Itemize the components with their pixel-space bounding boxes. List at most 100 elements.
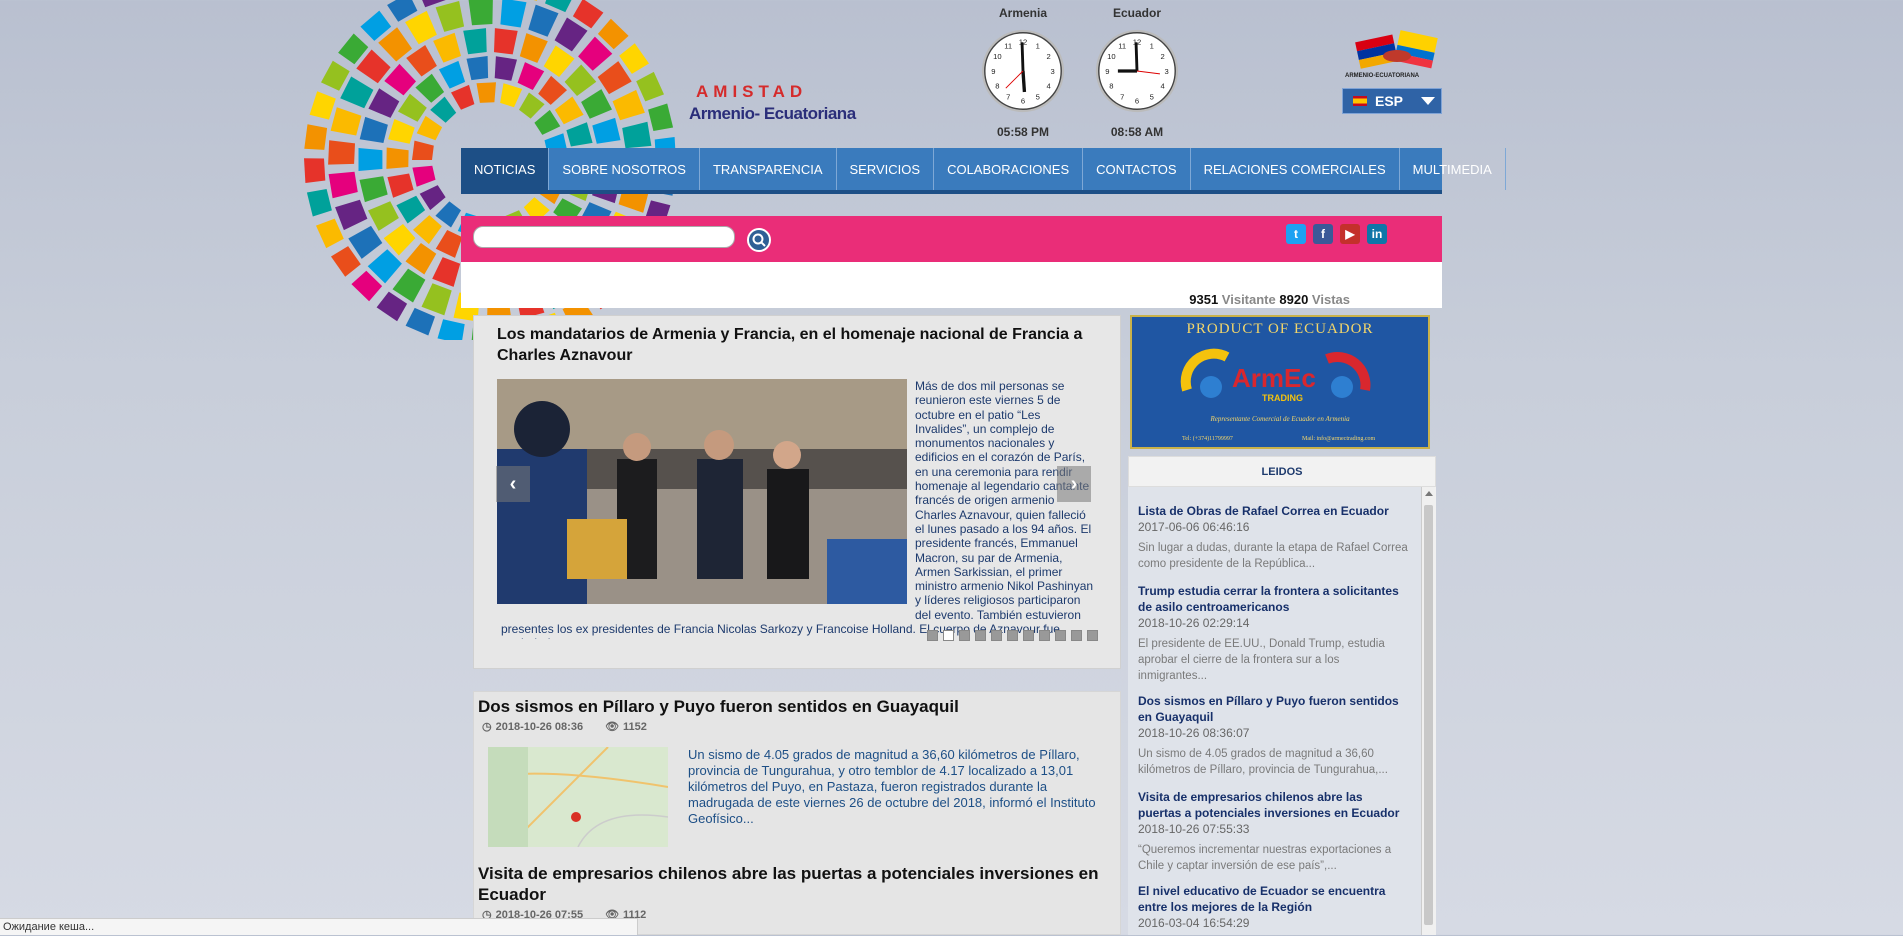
sunburst-tile: [636, 71, 664, 102]
clock-numeral: 3: [1050, 67, 1054, 76]
sunburst-tile: [592, 117, 621, 144]
nav-item-noticias[interactable]: NOTICIAS: [461, 148, 550, 190]
banner-headline: PRODUCT OF ECUADOR: [1186, 321, 1374, 337]
slider-next-button[interactable]: ›: [1057, 466, 1091, 502]
visitor-counter: 9351 Visitante 8920 Vistas: [1189, 292, 1350, 307]
nav-item-multimedia[interactable]: MULTIMEDIA: [1400, 148, 1506, 190]
slider-dot[interactable]: [1007, 630, 1018, 641]
scrollbar-thumb[interactable]: [1424, 505, 1433, 925]
sunburst-tile: [412, 165, 436, 187]
sunburst-tile: [494, 28, 518, 55]
nav-item-relaciones-comerciales[interactable]: RELACIONES COMERCIALES: [1191, 148, 1400, 190]
leidos-list: Lista de Obras de Rafael Correa en Ecuad…: [1128, 487, 1436, 935]
visitor-label: Visitante: [1221, 292, 1276, 307]
sunburst-tile: [534, 109, 561, 135]
nav-item-colaboraciones[interactable]: COLABORACIONES: [934, 148, 1084, 190]
sunburst-tile: [421, 283, 452, 316]
article-date: 2018-10-26 08:36: [495, 721, 584, 733]
armec-logo: ArmEc TRADING: [1180, 348, 1371, 403]
list-item[interactable]: Dos sismos en Píllaro y Puyo fueron sent…: [1138, 693, 1408, 778]
sunburst-tile: [519, 92, 545, 119]
slider-dot[interactable]: [927, 630, 938, 641]
sunburst-tile: [405, 243, 437, 275]
sunburst-tile: [566, 122, 593, 147]
slider-dot[interactable]: [1023, 630, 1034, 641]
sunburst-tile: [528, 4, 559, 37]
article-list: Dos sismos en Píllaro y Puyo fueron sent…: [473, 691, 1121, 935]
slider-dot[interactable]: [991, 630, 1002, 641]
sunburst-tile: [437, 319, 465, 340]
clock-time: 08:58 AM: [1110, 125, 1164, 139]
sunburst-tile: [340, 76, 374, 109]
article-title[interactable]: Dos sismos en Píllaro y Puyo fueron sent…: [478, 696, 1118, 717]
list-item[interactable]: Visita de empresarios chilenos abre las …: [1138, 789, 1408, 874]
slider-dot[interactable]: [1071, 630, 1082, 641]
sunburst-tile: [396, 195, 426, 224]
slider-dot[interactable]: [943, 630, 954, 641]
leidos-scrollbar[interactable]: [1421, 487, 1436, 935]
facebook-icon[interactable]: f: [1313, 224, 1333, 244]
sunburst-tile: [430, 96, 457, 123]
leidos-title[interactable]: El nivel educativo de Ecuador se encuent…: [1138, 883, 1408, 915]
sunburst-tile: [415, 73, 445, 103]
clock-numeral: 2: [1046, 52, 1050, 61]
leidos-title[interactable]: Dos sismos en Píllaro y Puyo fueron sent…: [1138, 693, 1408, 725]
leidos-title[interactable]: Visita de empresarios chilenos abre las …: [1138, 789, 1408, 821]
header-strip: 9351 Visitante 8920 Vistas: [461, 262, 1442, 308]
sunburst-tile: [386, 147, 409, 169]
slider-dot[interactable]: [1039, 630, 1050, 641]
sunburst-tile: [368, 88, 400, 118]
sunburst-tile: [622, 121, 652, 149]
youtube-icon[interactable]: ▶: [1340, 224, 1360, 244]
clock-numeral: 7: [1006, 92, 1010, 101]
sunburst-tile: [359, 176, 388, 203]
clock-numeral: 3: [1164, 67, 1168, 76]
list-item[interactable]: Trump estudia cerrar la frontera a solic…: [1138, 583, 1408, 684]
armec-trading-banner[interactable]: PRODUCT OF ECUADOR ArmEc TRADING Represe…: [1130, 315, 1430, 449]
banner-phone: Tel: (+374)11799997: [1182, 436, 1233, 442]
language-selector[interactable]: ESP: [1342, 88, 1442, 114]
leidos-title[interactable]: Trump estudia cerrar la frontera a solic…: [1138, 583, 1408, 615]
featured-title[interactable]: Los mandatarios de Armenia y Francia, en…: [497, 324, 1097, 366]
slider-dot[interactable]: [1087, 630, 1098, 641]
list-item[interactable]: Lista de Obras de Rafael Correa en Ecuad…: [1138, 503, 1408, 572]
search-input[interactable]: [473, 226, 735, 248]
sunburst-tile: [328, 171, 358, 199]
leidos-title[interactable]: Lista de Obras de Rafael Correa en Ecuad…: [1138, 503, 1408, 519]
sunburst-tile: [435, 201, 461, 228]
leidos-date: 2016-03-04 16:54:29: [1138, 916, 1250, 930]
slider-dots: [927, 630, 1098, 641]
nav-item-servicios[interactable]: SERVICIOS: [837, 148, 935, 190]
slider-prev-button[interactable]: ‹: [496, 466, 530, 502]
nav-item-contactos[interactable]: CONTACTOS: [1083, 148, 1191, 190]
spain-flag-icon: [1353, 96, 1367, 106]
slider-dot[interactable]: [975, 630, 986, 641]
search-button[interactable]: [747, 228, 771, 252]
leidos-excerpt: Sin lugar a dudas, durante la etapa de R…: [1138, 542, 1408, 570]
slider-dot[interactable]: [1055, 630, 1066, 641]
search-bar: t f ▶ in: [461, 216, 1442, 262]
clock-numeral: 8: [995, 82, 999, 91]
clock-numeral: 9: [1105, 67, 1109, 76]
banner-brand-sub: TRADING: [1262, 393, 1303, 403]
scroll-up-icon[interactable]: [1425, 491, 1433, 496]
nav-item-sobre-nosotros[interactable]: SOBRE NOSOTROS: [549, 148, 700, 190]
sunburst-tile: [398, 93, 427, 122]
slider-dot[interactable]: [959, 630, 970, 641]
sunburst-tile: [368, 201, 399, 231]
sunburst-tile: [328, 140, 355, 165]
twitter-icon[interactable]: t: [1286, 224, 1306, 244]
sunburst-tile: [416, 115, 443, 141]
article-title[interactable]: Visita de empresarios chilenos abre las …: [478, 863, 1118, 905]
sunburst-tile: [543, 45, 575, 77]
list-item[interactable]: El nivel educativo de Ecuador se encuent…: [1138, 883, 1408, 930]
sunburst-tile: [451, 84, 475, 110]
nav-item-transparencia[interactable]: TRANSPARENCIA: [700, 148, 837, 190]
article-thumbnail-map[interactable]: [488, 747, 668, 847]
linkedin-icon[interactable]: in: [1367, 224, 1387, 244]
sunburst-tile: [463, 28, 487, 55]
clock-numeral: 10: [1107, 52, 1115, 61]
leidos-date: 2018-10-26 02:29:14: [1138, 616, 1250, 630]
clock-numeral: 8: [1109, 82, 1113, 91]
sunburst-tile: [500, 83, 523, 108]
